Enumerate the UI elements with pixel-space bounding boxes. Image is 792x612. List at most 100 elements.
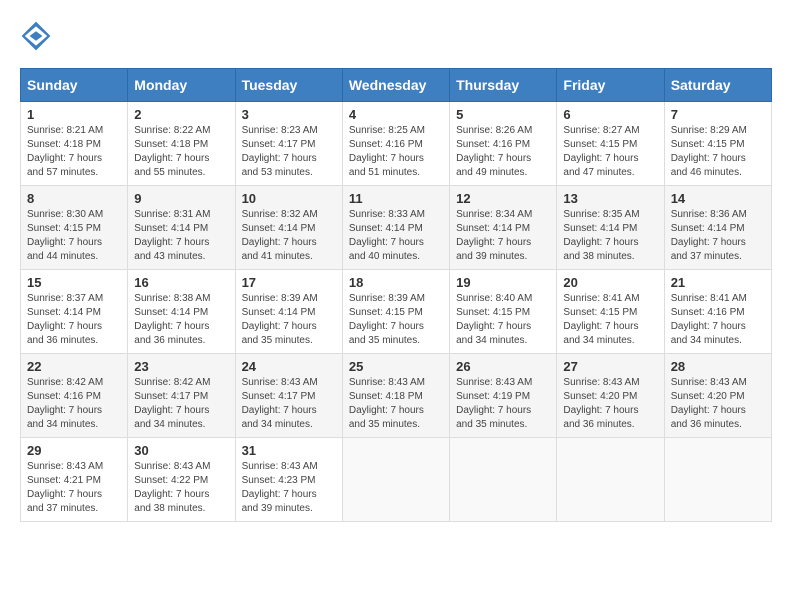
logo-icon: [20, 20, 52, 52]
calendar-cell: 1 Sunrise: 8:21 AMSunset: 4:18 PMDaylight…: [21, 102, 128, 186]
calendar-week-row: 29 Sunrise: 8:43 AMSunset: 4:21 PMDayligh…: [21, 438, 772, 522]
calendar-cell: 17 Sunrise: 8:39 AMSunset: 4:14 PMDayligh…: [235, 270, 342, 354]
weekday-header-wednesday: Wednesday: [342, 69, 449, 102]
day-number: 11: [349, 191, 443, 206]
day-number: 3: [242, 107, 336, 122]
calendar-cell: [664, 438, 771, 522]
calendar-cell: 18 Sunrise: 8:39 AMSunset: 4:15 PMDayligh…: [342, 270, 449, 354]
day-info: Sunrise: 8:39 AMSunset: 4:15 PMDaylight:…: [349, 292, 443, 348]
day-info: Sunrise: 8:43 AMSunset: 4:19 PMDaylight:…: [456, 376, 550, 432]
calendar-cell: 2 Sunrise: 8:22 AMSunset: 4:18 PMDaylight…: [128, 102, 235, 186]
calendar-cell: 10 Sunrise: 8:32 AMSunset: 4:14 PMDayligh…: [235, 186, 342, 270]
calendar-week-row: 15 Sunrise: 8:37 AMSunset: 4:14 PMDayligh…: [21, 270, 772, 354]
weekday-header-monday: Monday: [128, 69, 235, 102]
day-info: Sunrise: 8:36 AMSunset: 4:14 PMDaylight:…: [671, 208, 765, 264]
day-number: 24: [242, 359, 336, 374]
calendar-cell: 25 Sunrise: 8:43 AMSunset: 4:18 PMDayligh…: [342, 354, 449, 438]
page-header: [20, 20, 772, 52]
calendar-cell: 24 Sunrise: 8:43 AMSunset: 4:17 PMDayligh…: [235, 354, 342, 438]
day-info: Sunrise: 8:43 AMSunset: 4:21 PMDaylight:…: [27, 460, 121, 516]
calendar-cell: 15 Sunrise: 8:37 AMSunset: 4:14 PMDayligh…: [21, 270, 128, 354]
day-number: 25: [349, 359, 443, 374]
day-number: 19: [456, 275, 550, 290]
calendar-cell: 12Sunrise: 8:34 AMSunset: 4:14 PMDayligh…: [450, 186, 557, 270]
calendar-cell: 22Sunrise: 8:42 AMSunset: 4:16 PMDayligh…: [21, 354, 128, 438]
day-number: 2: [134, 107, 228, 122]
weekday-header-saturday: Saturday: [664, 69, 771, 102]
calendar-cell: 23 Sunrise: 8:42 AMSunset: 4:17 PMDayligh…: [128, 354, 235, 438]
day-info: Sunrise: 8:41 AMSunset: 4:15 PMDaylight:…: [563, 292, 657, 348]
calendar-cell: 11 Sunrise: 8:33 AMSunset: 4:14 PMDayligh…: [342, 186, 449, 270]
day-info: Sunrise: 8:33 AMSunset: 4:14 PMDaylight:…: [349, 208, 443, 264]
calendar-cell: 20 Sunrise: 8:41 AMSunset: 4:15 PMDayligh…: [557, 270, 664, 354]
calendar-cell: 28Sunrise: 8:43 AMSunset: 4:20 PMDayligh…: [664, 354, 771, 438]
day-number: 8: [27, 191, 121, 206]
logo: [20, 20, 56, 52]
day-info: Sunrise: 8:23 AMSunset: 4:17 PMDaylight:…: [242, 124, 336, 180]
calendar-cell: 13 Sunrise: 8:35 AMSunset: 4:14 PMDayligh…: [557, 186, 664, 270]
calendar-cell: 16Sunrise: 8:38 AMSunset: 4:14 PMDayligh…: [128, 270, 235, 354]
calendar-cell: 6 Sunrise: 8:27 AMSunset: 4:15 PMDaylight…: [557, 102, 664, 186]
day-info: Sunrise: 8:43 AMSunset: 4:23 PMDaylight:…: [242, 460, 336, 516]
day-number: 30: [134, 443, 228, 458]
calendar-week-row: 22Sunrise: 8:42 AMSunset: 4:16 PMDayligh…: [21, 354, 772, 438]
calendar-cell: 21 Sunrise: 8:41 AMSunset: 4:16 PMDayligh…: [664, 270, 771, 354]
calendar-cell: 26Sunrise: 8:43 AMSunset: 4:19 PMDayligh…: [450, 354, 557, 438]
day-number: 18: [349, 275, 443, 290]
weekday-header-tuesday: Tuesday: [235, 69, 342, 102]
day-info: Sunrise: 8:35 AMSunset: 4:14 PMDaylight:…: [563, 208, 657, 264]
day-number: 17: [242, 275, 336, 290]
day-info: Sunrise: 8:43 AMSunset: 4:20 PMDaylight:…: [671, 376, 765, 432]
day-info: Sunrise: 8:42 AMSunset: 4:17 PMDaylight:…: [134, 376, 228, 432]
day-number: 7: [671, 107, 765, 122]
day-info: Sunrise: 8:32 AMSunset: 4:14 PMDaylight:…: [242, 208, 336, 264]
weekday-header-friday: Friday: [557, 69, 664, 102]
day-number: 27: [563, 359, 657, 374]
calendar-header-row: SundayMondayTuesdayWednesdayThursdayFrid…: [21, 69, 772, 102]
day-info: Sunrise: 8:43 AMSunset: 4:18 PMDaylight:…: [349, 376, 443, 432]
day-number: 23: [134, 359, 228, 374]
day-info: Sunrise: 8:25 AMSunset: 4:16 PMDaylight:…: [349, 124, 443, 180]
day-info: Sunrise: 8:31 AMSunset: 4:14 PMDaylight:…: [134, 208, 228, 264]
day-info: Sunrise: 8:43 AMSunset: 4:22 PMDaylight:…: [134, 460, 228, 516]
day-number: 1: [27, 107, 121, 122]
calendar-week-row: 8 Sunrise: 8:30 AMSunset: 4:15 PMDaylight…: [21, 186, 772, 270]
day-number: 13: [563, 191, 657, 206]
calendar-cell: 31 Sunrise: 8:43 AMSunset: 4:23 PMDayligh…: [235, 438, 342, 522]
day-info: Sunrise: 8:41 AMSunset: 4:16 PMDaylight:…: [671, 292, 765, 348]
day-number: 15: [27, 275, 121, 290]
day-info: Sunrise: 8:39 AMSunset: 4:14 PMDaylight:…: [242, 292, 336, 348]
calendar-cell: 8 Sunrise: 8:30 AMSunset: 4:15 PMDaylight…: [21, 186, 128, 270]
day-number: 20: [563, 275, 657, 290]
day-number: 5: [456, 107, 550, 122]
calendar-cell: 9 Sunrise: 8:31 AMSunset: 4:14 PMDaylight…: [128, 186, 235, 270]
day-info: Sunrise: 8:43 AMSunset: 4:17 PMDaylight:…: [242, 376, 336, 432]
day-info: Sunrise: 8:22 AMSunset: 4:18 PMDaylight:…: [134, 124, 228, 180]
calendar-cell: 7Sunrise: 8:29 AMSunset: 4:15 PMDaylight…: [664, 102, 771, 186]
calendar-cell: 14 Sunrise: 8:36 AMSunset: 4:14 PMDayligh…: [664, 186, 771, 270]
day-info: Sunrise: 8:30 AMSunset: 4:15 PMDaylight:…: [27, 208, 121, 264]
weekday-header-thursday: Thursday: [450, 69, 557, 102]
day-number: 29: [27, 443, 121, 458]
day-info: Sunrise: 8:37 AMSunset: 4:14 PMDaylight:…: [27, 292, 121, 348]
day-info: Sunrise: 8:40 AMSunset: 4:15 PMDaylight:…: [456, 292, 550, 348]
day-info: Sunrise: 8:26 AMSunset: 4:16 PMDaylight:…: [456, 124, 550, 180]
day-number: 14: [671, 191, 765, 206]
calendar-cell: [557, 438, 664, 522]
calendar-cell: 27Sunrise: 8:43 AMSunset: 4:20 PMDayligh…: [557, 354, 664, 438]
day-number: 31: [242, 443, 336, 458]
calendar-cell: 5 Sunrise: 8:26 AMSunset: 4:16 PMDaylight…: [450, 102, 557, 186]
day-number: 9: [134, 191, 228, 206]
day-number: 21: [671, 275, 765, 290]
calendar-cell: 30 Sunrise: 8:43 AMSunset: 4:22 PMDayligh…: [128, 438, 235, 522]
day-number: 10: [242, 191, 336, 206]
day-info: Sunrise: 8:34 AMSunset: 4:14 PMDaylight:…: [456, 208, 550, 264]
calendar-week-row: 1 Sunrise: 8:21 AMSunset: 4:18 PMDaylight…: [21, 102, 772, 186]
day-info: Sunrise: 8:27 AMSunset: 4:15 PMDaylight:…: [563, 124, 657, 180]
day-number: 6: [563, 107, 657, 122]
day-info: Sunrise: 8:42 AMSunset: 4:16 PMDaylight:…: [27, 376, 121, 432]
day-number: 4: [349, 107, 443, 122]
day-info: Sunrise: 8:21 AMSunset: 4:18 PMDaylight:…: [27, 124, 121, 180]
calendar-cell: [342, 438, 449, 522]
calendar-cell: 29 Sunrise: 8:43 AMSunset: 4:21 PMDayligh…: [21, 438, 128, 522]
